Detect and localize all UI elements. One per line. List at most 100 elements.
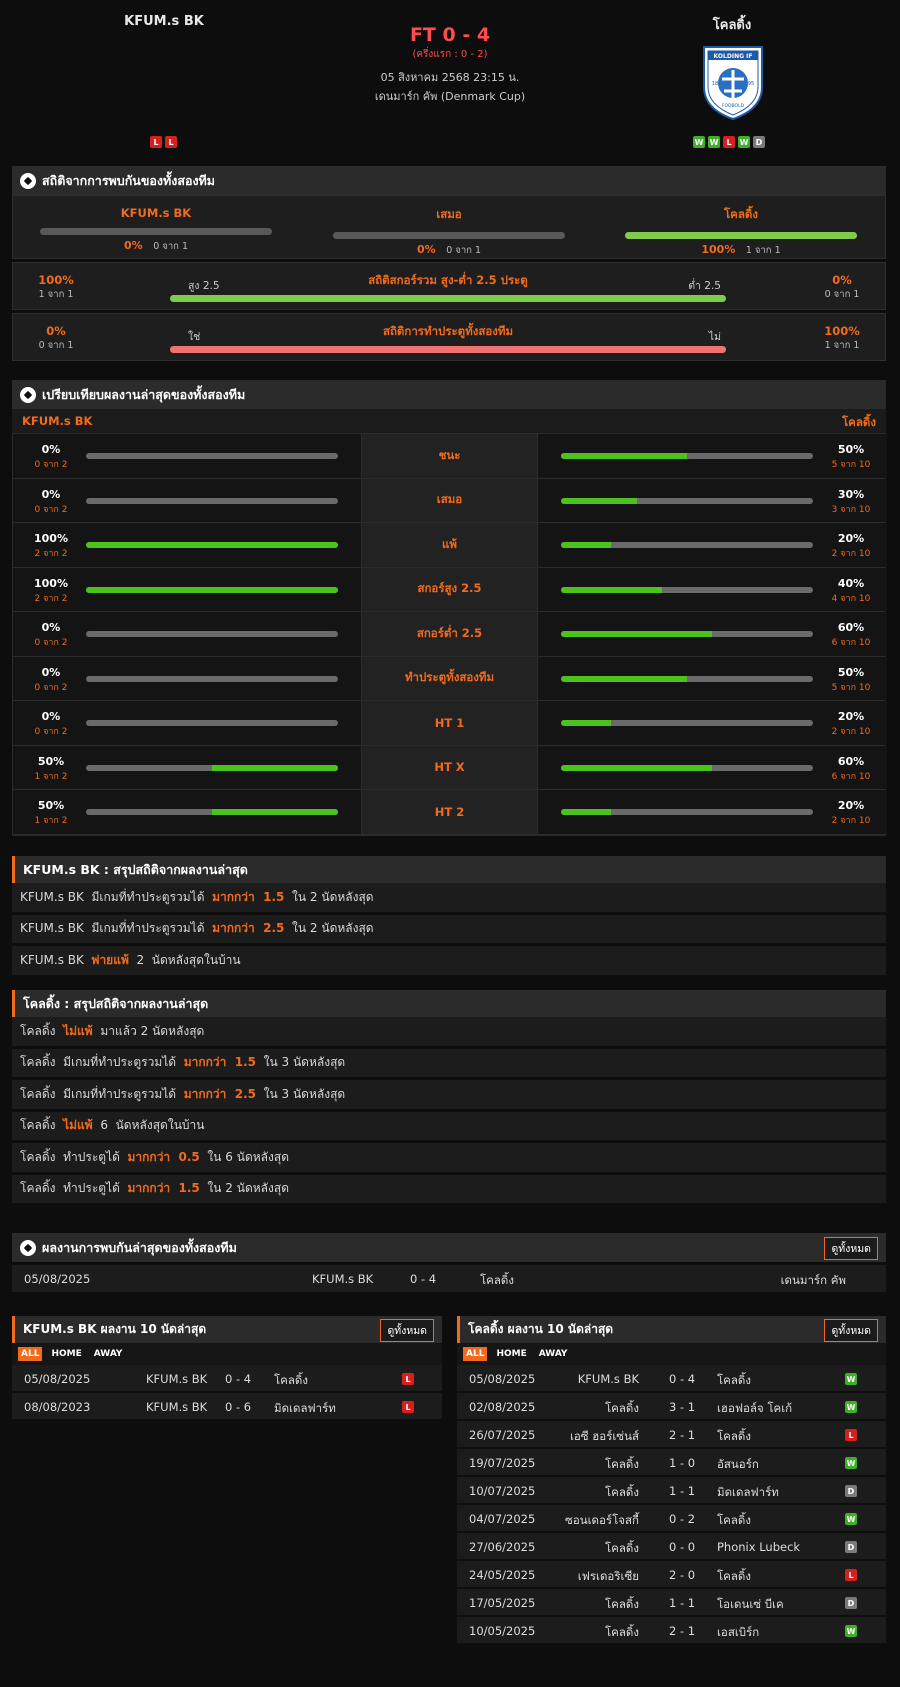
match-row[interactable]: 10/07/2025 โคลดิ้ง 1 - 1 มิดเดลฟาร์ท D [457,1477,886,1505]
half-time-score: (ครึ่งแรก : 0 - 2) [412,49,488,60]
away-stat-value: 50% 5 จาก 10 [831,443,871,470]
home-stat-value: 0% 0 จาก 2 [34,487,68,515]
match-row[interactable]: 02/08/2025 โคลดิ้ง 3 - 1 เฮอฟอล์จ โคเก้ W [457,1393,886,1421]
home-last10-tabs: ALL HOME AWAY [12,1343,442,1365]
home-stat-value: 100% 2 จาก 2 [34,532,68,559]
view-all-home-button[interactable]: ดูทั้งหมด [380,1319,434,1342]
ou-bar [170,295,726,302]
match-row[interactable]: 27/06/2025 โคลดิ้ง 0 - 0 Phonix Lubeck D [457,1533,886,1561]
compare-row: 0% 0 จาก 2 ชนะ 50% 5 จาก 10 [13,434,887,479]
tab-away[interactable]: AWAY [91,1347,126,1361]
svg-text:18: 18 [712,81,718,87]
btts-left-pct: 0% [46,324,66,338]
match-row[interactable]: 05/08/2025 KFUM.s BK 0 - 4 โคลดิ้ง L [12,1365,442,1393]
result-badge: D [845,1541,857,1553]
away-stat-bar [561,720,813,726]
match-row[interactable]: 08/08/2023 KFUM.s BK 0 - 6 มิดเดลฟาร์ท L [12,1393,442,1421]
compare-label: สกอร์ต่ำ 2.5 [362,612,537,656]
match-row[interactable]: 19/07/2025 โคลดิ้ง 1 - 0 อัสนอร์ก W [457,1449,886,1477]
away-stat-bar [561,631,813,637]
result-badge: L [845,1429,857,1441]
away-team-logo: KOLDING IF 18 95 FODBOLD [703,46,763,121]
away-stat-value: 20% 2 จาก 10 [831,799,871,826]
ou-right-label: ต่ำ 2.5 [688,280,721,292]
result-badge: D [845,1485,857,1497]
tab-all[interactable]: ALL [463,1347,488,1361]
compare-away-label: โคลดิ้ง [841,415,876,429]
btts-right-label: ไม่ [708,331,721,343]
match-row[interactable]: 04/07/2025 ซอนเดอร์โจสกี้ 0 - 2 โคลดิ้ง W [457,1505,886,1533]
view-all-away-button[interactable]: ดูทั้งหมด [824,1319,878,1342]
result-badge: W [845,1513,857,1525]
compare-row: 0% 0 จาก 2 HT 1 20% 2 จาก 10 [13,701,887,746]
away-stat-bar [561,675,813,682]
tab-all[interactable]: ALL [18,1347,43,1361]
form-badge: W [693,136,705,148]
home-summary-section: KFUM.s BK : สรุปสถิติจากผลงานล่าสุด KFUM… [12,856,886,978]
h2h-away-bar [625,232,857,239]
ou-left-label: สูง 2.5 [188,280,220,292]
away-stat-value: 50% 5 จาก 10 [831,665,871,693]
tab-home[interactable]: HOME [493,1347,529,1361]
result-badge: W [845,1401,857,1413]
compare-rows: 0% 0 จาก 2 ชนะ 50% 5 จาก 10 0% 0 จาก 2 เสมอ 30% 3… [12,433,887,836]
match-row[interactable]: 10/05/2025 โคลดิ้ง 2 - 1 เอสเบิร์ก W [457,1617,886,1645]
view-all-h2h-button[interactable]: ดูทั้งหมด [824,1237,878,1260]
compare-label: HT X [362,745,537,789]
last-h2h-title: ผลงานการพบกันล่าสุดของทั้งสองทีม ดูทั้งห… [12,1233,886,1262]
svg-text:KOLDING IF: KOLDING IF [714,53,753,60]
compare-label: HT 1 [362,701,537,745]
btts-bar [170,346,726,353]
btts-right-pct: 100% [824,324,860,338]
compare-row: 0% 0 จาก 2 สกอร์ต่ำ 2.5 60% 6 จาก 10 [13,612,887,657]
away-stat-value: 30% 3 จาก 10 [831,487,871,515]
tab-away[interactable]: AWAY [536,1347,571,1361]
away-team-name[interactable]: โคลดิ้ง [632,14,832,35]
compare-title: เปรียบเทียบผลงานล่าสุดของทั้งสองทีม [12,380,886,409]
compare-home-label: KFUM.s BK [22,414,93,428]
tab-home[interactable]: HOME [48,1347,84,1361]
match-row[interactable]: 17/05/2025 โคลดิ้ง 1 - 1 โอเดนเซ่ บีเค D [457,1589,886,1617]
summary-row: โคลดิ้ง ทำประตูได้ มากกว่า 0.5 ใน 6 นัดห… [12,1143,886,1175]
compare-label: ทำประตูทั้งสองทีม [362,656,537,700]
home-stat-value: 0% 0 จาก 2 [34,621,68,648]
away-stat-value: 60% 6 จาก 10 [831,621,871,648]
summary-row: KFUM.s BK มีเกมที่ทำประตูรวมได้ มากกว่า … [12,914,886,946]
home-stat-bar [86,675,338,682]
match-row[interactable]: 24/05/2025 เฟรเดอริเซีย 2 - 0 โคลดิ้ง L [457,1561,886,1589]
result-badge: W [845,1625,857,1637]
h2h-match-row[interactable]: 05/08/2025 KFUM.s BK 0 - 4 โคลดิ้ง เดนมาร์ก … [12,1265,886,1292]
away-last10-title: โคลดิ้ง ผลงาน 10 นัดล่าสุด ดูทั้งหมด [457,1316,886,1343]
home-stat-value: 100% 2 จาก 2 [34,576,68,604]
home-form-badges: LL [150,136,177,148]
away-last10-section: โคลดิ้ง ผลงาน 10 นัดล่าสุด ดูทั้งหมด ALL… [457,1316,886,1645]
home-stat-bar [86,497,338,504]
h2h-away-wins: โคลดิ้ง 100% 1 จาก 1 [625,206,857,258]
compare-label: สกอร์สูง 2.5 [362,567,537,611]
h2h-draw-bar [333,232,565,239]
btts-title: สถิติการทำประตูทั้งสองทีม [382,324,514,338]
compare-label: แพ้ [362,523,537,567]
ou-left-pct: 100% [38,273,74,287]
home-team-name[interactable]: KFUM.s BK [64,14,264,29]
ou-title: สถิติสกอร์รวม สูง-ต่ำ 2.5 ประตู [368,273,528,287]
compare-row: 0% 0 จาก 2 เสมอ 30% 3 จาก 10 [13,478,887,523]
match-row[interactable]: 26/07/2025 เอซี ฮอร์เซ่นส์ 2 - 1 โคลดิ้ง L [457,1421,886,1449]
home-stat-value: 0% 0 จาก 2 [34,665,68,693]
home-stat-bar [86,453,338,459]
compare-label: HT 2 [362,790,537,834]
away-stat-bar [561,809,813,815]
match-row[interactable]: 05/08/2025 KFUM.s BK 0 - 4 โคลดิ้ง W [457,1365,886,1393]
away-stat-value: 20% 2 จาก 10 [831,710,871,737]
away-stat-bar [561,586,813,593]
away-last10-tabs: ALL HOME AWAY [457,1343,886,1365]
soccer-ball-icon [20,1239,36,1256]
compare-row: 50% 1 จาก 2 HT X 60% 6 จาก 10 [13,745,887,790]
h2h-draws: เสมอ 0% 0 จาก 1 [333,206,565,258]
competition-name: เดนมาร์ก คัพ (Denmark Cup) [374,90,526,103]
ou-right-pct: 0% [832,273,852,287]
home-stat-bar [86,720,338,726]
last-h2h-section: ผลงานการพบกันล่าสุดของทั้งสองทีม ดูทั้งห… [12,1233,886,1292]
home-last10-title: KFUM.s BK ผลงาน 10 นัดล่าสุด ดูทั้งหมด [12,1316,442,1343]
result-badge: L [402,1401,414,1413]
